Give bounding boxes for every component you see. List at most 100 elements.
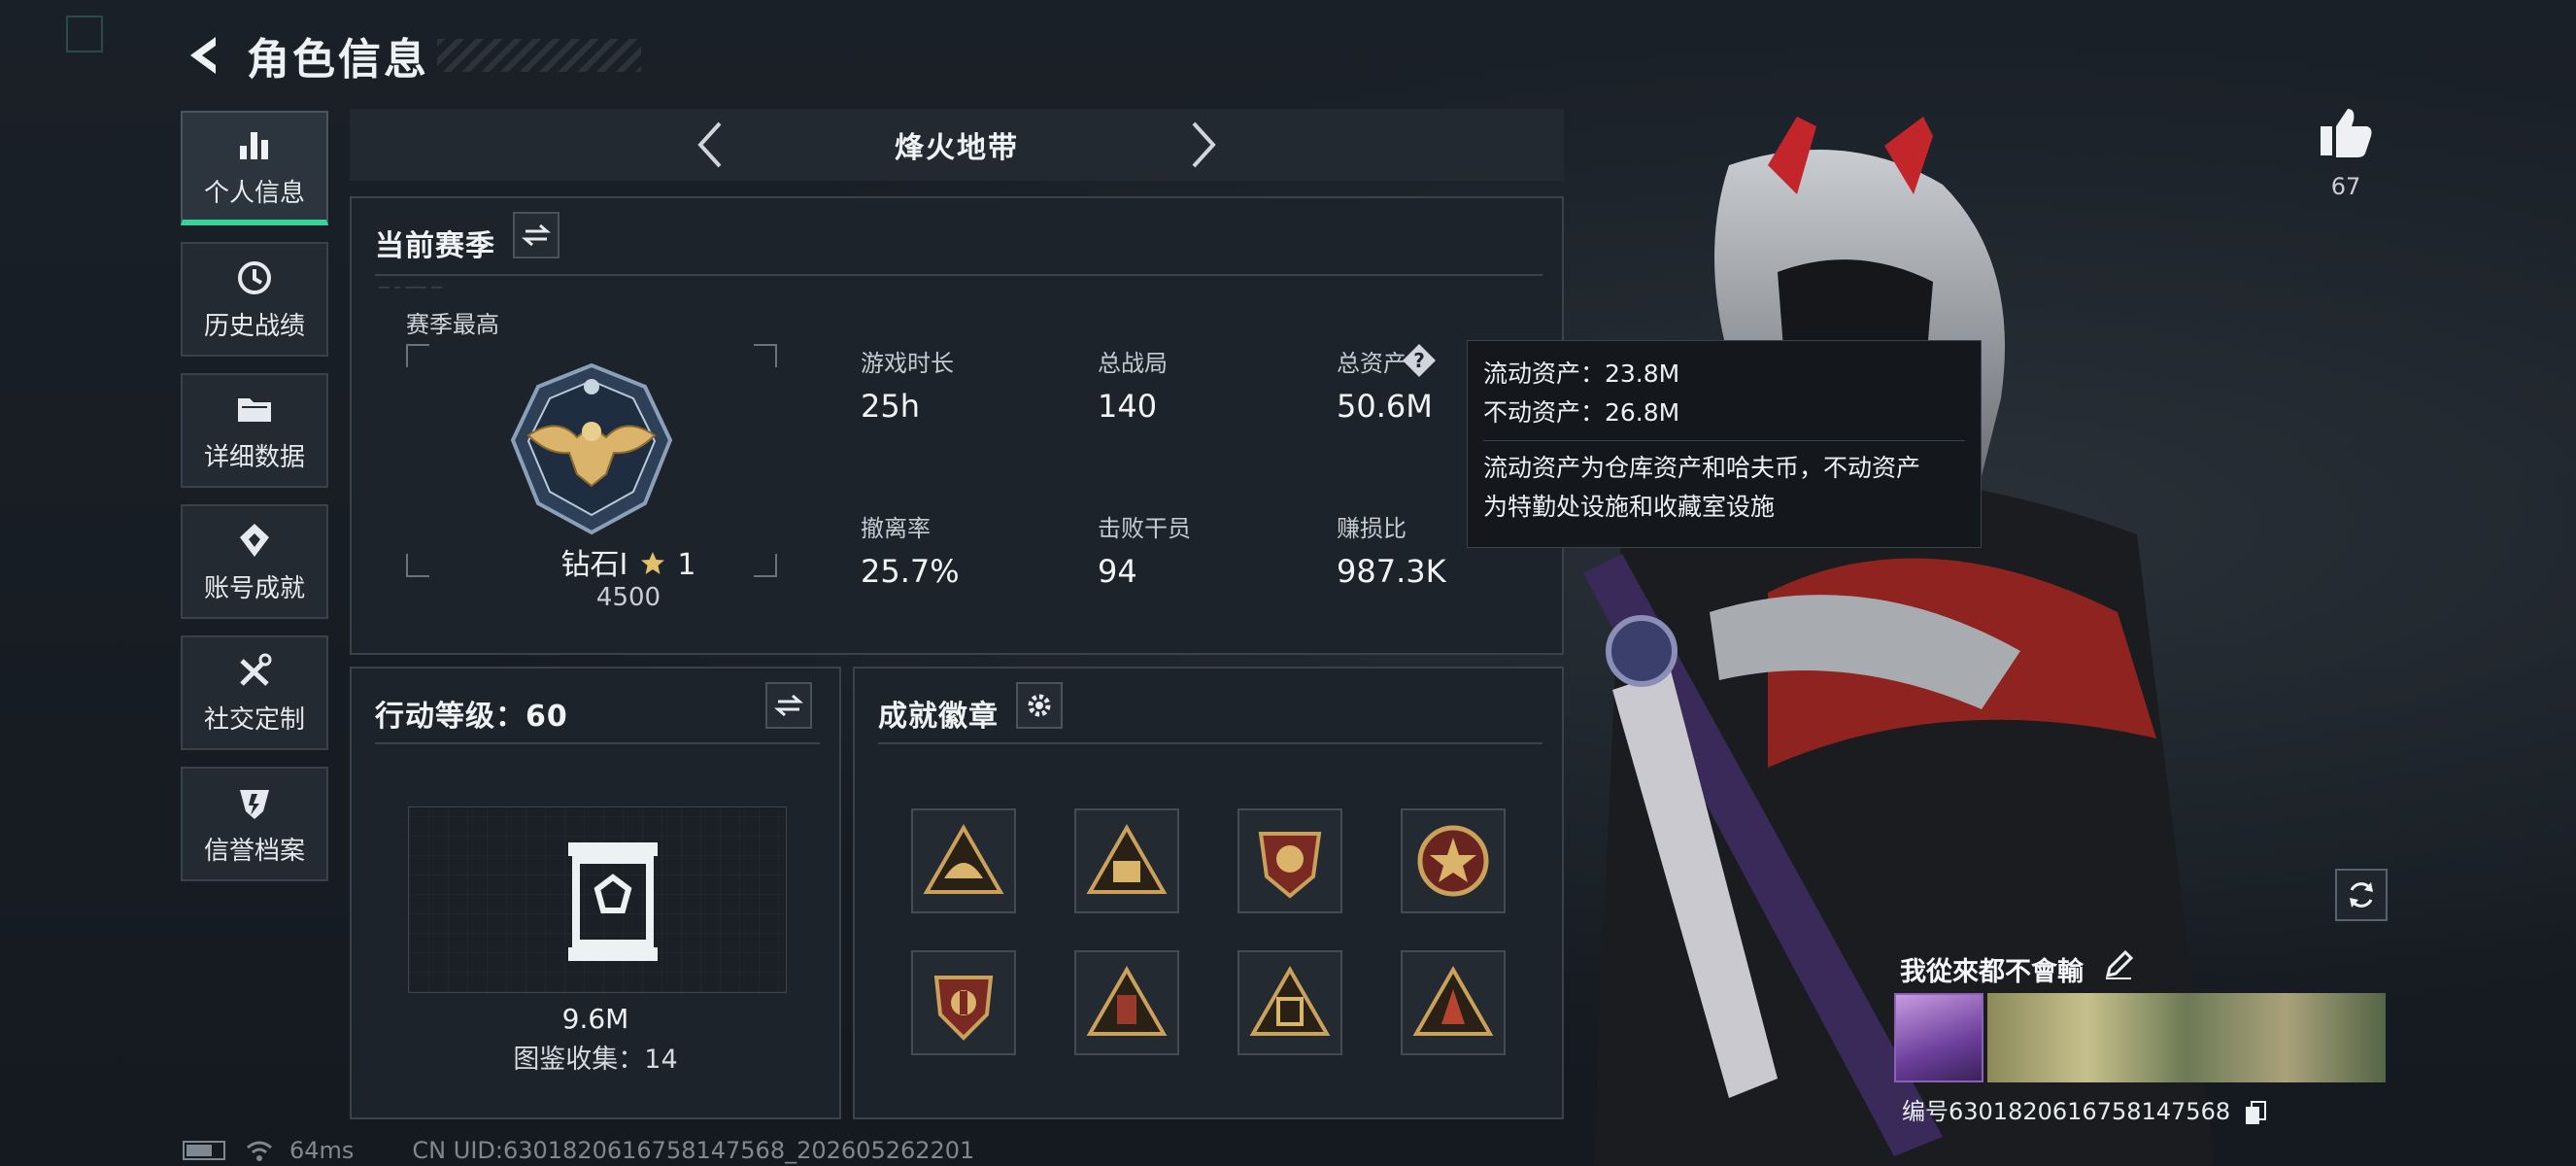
stat-label: 击败干员 — [1098, 515, 1191, 542]
badge-7[interactable] — [1237, 950, 1342, 1055]
sidebar-item-detailed-data[interactable]: 详细数据 — [181, 373, 328, 488]
back-button[interactable] — [183, 33, 227, 78]
fixed-assets: 不动资产：26.8M — [1483, 398, 1680, 427]
status-bar: 64ms CN UID:6301820616758147568_20260526… — [183, 1137, 974, 1164]
sidebar-item-reputation[interactable]: 信誉档案 — [181, 767, 328, 881]
badge-2[interactable] — [1074, 808, 1179, 913]
profile-banner — [1987, 993, 2386, 1082]
stat-extraction-rate: 撤离率 25.7% — [861, 509, 960, 590]
rank-stars: 1 — [677, 548, 696, 582]
battery-icon — [183, 1141, 225, 1160]
swap-icon — [522, 223, 551, 247]
sidebar-item-social[interactable]: 社交定制 — [181, 635, 328, 750]
next-mode-button[interactable] — [1184, 118, 1223, 172]
stat-value: 987.3K — [1337, 553, 1446, 590]
rank-name-text: 钻石I — [560, 548, 628, 582]
badge-6[interactable] — [1074, 950, 1179, 1055]
triangle-badge-icon — [1249, 965, 1331, 1036]
stat-kills: 击败干员 94 — [1098, 509, 1191, 590]
badge-1[interactable] — [911, 808, 1016, 913]
tooltip-desc-2: 为特勤处设施和收藏室设施 — [1483, 493, 1776, 521]
sidebar-item-label: 信誉档案 — [203, 836, 305, 866]
sidebar-item-achievements[interactable]: 账号成就 — [181, 504, 328, 619]
decor-label: ── ─ ──── ── — [379, 284, 443, 293]
stat-profit-ratio: 赚损比 987.3K — [1337, 509, 1446, 590]
frame-corner — [754, 554, 777, 577]
sidebar-item-personal-info[interactable]: 个人信息 — [181, 111, 328, 225]
sidebar: 个人信息 历史战绩 详细数据 账号成就 社交定制 信誉档案 — [181, 111, 330, 898]
stat-value: 25.7% — [861, 553, 960, 590]
prev-mode-button[interactable] — [691, 118, 729, 172]
action-level-panel: 行动等级：60 9.6M 图鉴收集：14 — [350, 667, 841, 1119]
swap-icon — [774, 694, 803, 717]
sidebar-item-label: 详细数据 — [203, 442, 305, 472]
page-title: 角色信息 — [247, 35, 429, 85]
divider — [375, 742, 820, 744]
badges-title: 成就徽章 — [878, 700, 999, 734]
badge-settings-button[interactable] — [1016, 682, 1063, 729]
badge-5[interactable] — [911, 950, 1016, 1055]
shield-badge-icon — [1258, 832, 1322, 899]
sidebar-item-label: 个人信息 — [203, 178, 305, 208]
stat-value: 25h — [861, 388, 920, 425]
help-icon[interactable]: ? — [1401, 342, 1438, 379]
level-switch-button[interactable] — [765, 682, 812, 729]
achievement-badges-panel: 成就徽章 — [853, 667, 1564, 1119]
wifi-icon — [247, 1141, 272, 1161]
copy-icon[interactable] — [2244, 1100, 2267, 1125]
title-decoration — [437, 39, 641, 72]
diamond-rank-emblem-icon — [510, 362, 673, 535]
stat-label: 总战局 — [1098, 350, 1168, 377]
player-name: 我從來都不會輸 — [1900, 957, 2084, 987]
shield-badge-icon — [933, 976, 994, 1041]
folder-icon — [238, 397, 271, 422]
thumbs-up-icon[interactable] — [2317, 105, 2375, 159]
collection-count: 图鉴收集：14 — [513, 1045, 678, 1075]
sidebar-item-history[interactable]: 历史战绩 — [181, 242, 328, 357]
refresh-button[interactable] — [2335, 869, 2388, 921]
sidebar-item-label: 社交定制 — [203, 704, 305, 735]
vault-icon — [568, 842, 658, 961]
like-area: 67 — [2312, 105, 2380, 200]
svg-text:?: ? — [1413, 349, 1425, 372]
badge-3[interactable] — [1237, 808, 1342, 913]
medal-icon — [240, 523, 269, 557]
season-best-label: 赛季最高 — [406, 311, 499, 338]
assets-tooltip: 流动资产：23.8M 不动资产：26.8M 流动资产为仓库资产和哈夫币，不动资产… — [1467, 340, 1982, 548]
corner-decoration — [66, 16, 103, 52]
action-level-title: 行动等级：60 — [375, 700, 568, 734]
history-icon — [238, 260, 271, 294]
gear-icon — [1028, 694, 1051, 717]
frame-corner — [406, 344, 429, 367]
triangle-badge-icon — [1086, 965, 1168, 1036]
tools-icon — [240, 653, 272, 686]
avatar[interactable] — [1894, 993, 1983, 1082]
season-panel: 当前赛季 ── ─ ──── ── 赛季最高 钻石I 1 4500 游戏时长 2… — [350, 196, 1564, 655]
stat-value: 94 — [1098, 553, 1137, 590]
sidebar-item-label: 历史战绩 — [203, 311, 305, 341]
stat-label: 撤离率 — [861, 515, 931, 542]
shield-icon — [240, 789, 269, 819]
collection-value: 9.6M — [561, 1003, 629, 1035]
bar-chart-icon — [240, 131, 268, 159]
stat-total-matches: 总战局 140 — [1098, 344, 1168, 425]
stat-playtime: 游戏时长 25h — [861, 344, 954, 425]
stat-value: 140 — [1098, 388, 1158, 425]
edit-icon[interactable] — [2102, 948, 2135, 981]
rank-name: 钻石I 1 — [517, 540, 740, 583]
mode-name: 烽火地带 — [895, 131, 1019, 165]
season-switch-button[interactable] — [513, 212, 559, 258]
triangle-badge-icon — [923, 823, 1004, 894]
collection-exhibit[interactable] — [408, 806, 787, 993]
tooltip-divider — [1483, 440, 1965, 441]
ping: 64ms — [289, 1137, 355, 1164]
liquid-assets: 流动资产：23.8M — [1483, 360, 1680, 388]
stat-label: 赚损比 — [1337, 515, 1407, 542]
like-count: 67 — [2330, 173, 2361, 200]
player-uid: 编号6301820616758147568 — [1902, 1092, 2267, 1126]
divider — [375, 274, 1542, 276]
back-arrow-icon — [190, 37, 216, 74]
frame-corner — [754, 344, 777, 367]
stat-value: 50.6M — [1337, 388, 1433, 425]
stat-label: 游戏时长 — [861, 350, 954, 377]
